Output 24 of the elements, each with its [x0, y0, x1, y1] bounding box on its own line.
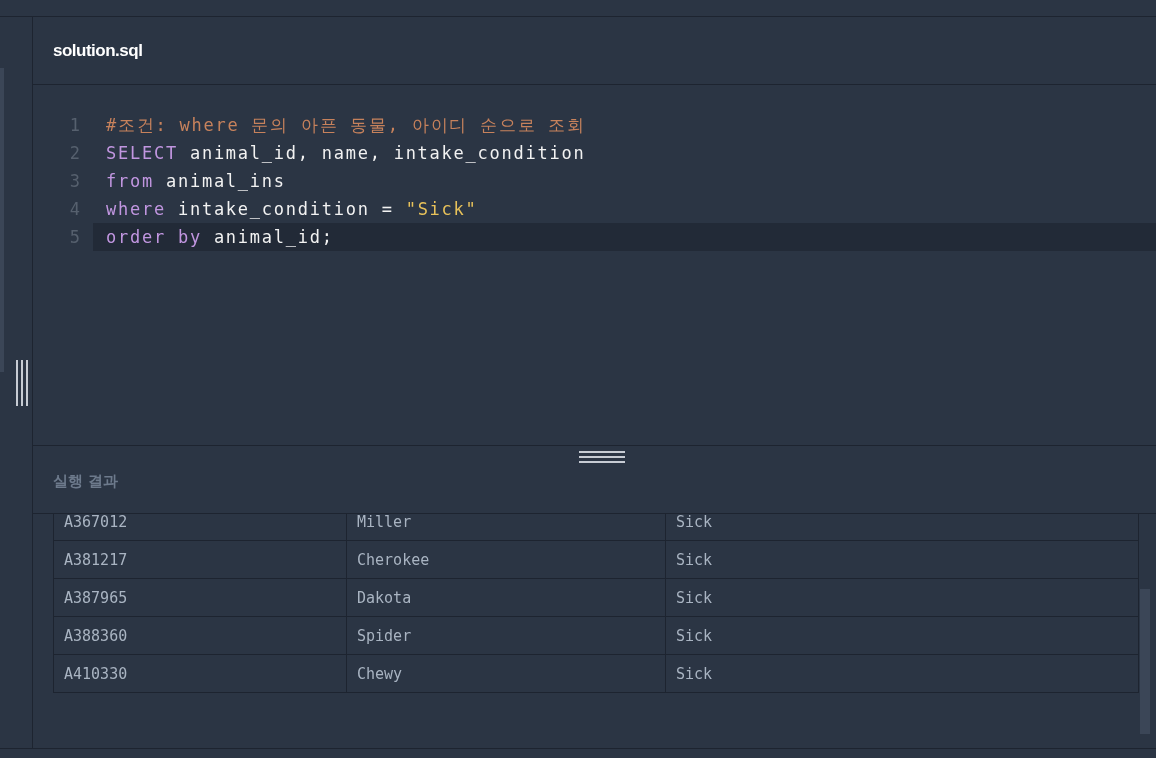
table-cell: Spider [346, 616, 666, 655]
table-cell: Miller [346, 514, 666, 541]
resize-handle-icon[interactable] [579, 451, 625, 463]
table-cell: Sick [665, 654, 1139, 693]
table-cell: Dakota [346, 578, 666, 617]
table-cell: Cherokee [346, 540, 666, 579]
table-cell: Sick [665, 578, 1139, 617]
table-cell: A381217 [53, 540, 347, 579]
table-cell: Sick [665, 540, 1139, 579]
table-cell: Sick [665, 616, 1139, 655]
table-cell: Sick [665, 514, 1139, 541]
table-cell: A387965 [53, 578, 347, 617]
table-cell: A367012 [53, 514, 347, 541]
scrollbar-thumb[interactable] [1140, 589, 1150, 734]
file-name-tab[interactable]: solution.sql [53, 40, 143, 61]
table-cell: A388360 [53, 616, 347, 655]
resize-handle-icon[interactable] [16, 360, 28, 406]
code-line: where intake_condition = "Sick" [105, 198, 479, 221]
table-cell: A410330 [53, 654, 347, 693]
code-line: #조건: where 문의 아픈 동물, 아이디 순으로 조회 [105, 113, 587, 137]
table-cell: Chewy [346, 654, 666, 693]
code-line: from animal_ins [105, 170, 287, 193]
code-line: SELECT animal_id, name, intake_condition [105, 142, 587, 165]
results-heading: 실행 결과 [53, 472, 119, 491]
